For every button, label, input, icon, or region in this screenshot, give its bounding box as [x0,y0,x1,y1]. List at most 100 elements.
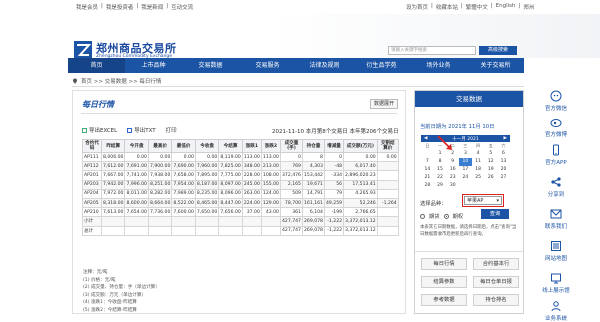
calendar-day[interactable]: 25 [472,174,485,182]
calendar-day[interactable]: 18 [472,166,485,174]
rail-item[interactable]: 线上展示馆 [536,272,576,294]
rail-item[interactable]: 业务系统 [536,300,576,322]
calendar-day[interactable]: 30 [446,182,459,190]
calendar-day[interactable]: 3 [459,150,472,158]
nav-item[interactable]: 首页 [68,58,125,73]
top-right-link[interactable]: English [496,3,516,11]
column-header[interactable]: 最高价 [147,139,173,153]
data-link-button[interactable]: 结算参数 [421,276,467,288]
calendar-day[interactable]: 11 [472,158,485,166]
table-cell: 8,600.00 [124,197,149,209]
calendar-day[interactable]: 12 [484,158,497,166]
calendar-day[interactable]: 28 [421,182,434,190]
data-link-button[interactable]: 每日行情 [421,258,467,270]
rail-item[interactable]: 官方微信 [536,90,576,112]
calendar-day[interactable]: 7 [421,158,434,166]
calendar-day[interactable]: 21 [421,174,434,182]
calendar-day[interactable]: 9 [446,158,459,166]
data-link-button[interactable]: 合约基本行 [473,258,519,270]
next-month-icon[interactable]: ▶ [504,136,507,141]
column-header[interactable]: 昨结算 [100,139,126,153]
futures-radio[interactable] [420,213,425,219]
options-radio[interactable] [443,213,449,219]
column-header[interactable]: 成交额(万元) [343,139,378,153]
date-picker-calendar[interactable]: ◀ 十一月 2021 ▶ 日一二三四五六 1 2 3 4 5 6 7 8 9 10 11 12 13 14… [421,135,510,188]
breadcrumb-text[interactable]: 首页 >> 交易数据 >> 每日行情 [81,77,161,85]
column-header[interactable]: 今收盘 [194,139,220,153]
calendar-day[interactable]: 10 [459,158,472,166]
prev-month-icon[interactable]: ◀ [424,136,427,141]
top-right-link[interactable]: 郑州 [523,3,534,11]
rail-item[interactable]: 分享到 [536,176,576,198]
nav-item[interactable]: 交易数据 [182,58,239,73]
data-link-button[interactable]: 持仓排名 [473,294,519,306]
calendar-day[interactable]: 19 [484,166,497,174]
column-header[interactable]: 今结算 [218,139,243,153]
calendar-day[interactable]: 8 [434,158,447,166]
note-line: (4) 涨跌1：今收盘-昨结算 [83,300,137,305]
nav-item[interactable]: 关于交易所 [467,58,524,73]
table-cell: 8,522.00 [171,197,196,209]
nav-item[interactable]: 交易服务 [239,58,296,73]
data-link-button[interactable]: 每日仓单日报 [473,276,519,288]
top-left-link[interactable]: 我是新闻 [141,3,163,11]
table-cell: 8,096.00 [218,188,243,199]
calendar-day[interactable]: 6 [497,150,510,158]
calendar-day[interactable]: 4 [472,150,485,158]
rail-item[interactable]: 网站地图 [536,240,576,262]
rail-item[interactable]: 官方APP [536,144,576,166]
expand-data-button[interactable]: 数据展开 [370,99,399,109]
exchange-logo-icon[interactable] [74,41,92,59]
nav-item[interactable]: 法律及规则 [296,58,353,73]
search-input[interactable]: 请输入关键字搜索 [388,46,476,55]
column-header[interactable]: 交割结算价 [376,139,399,153]
print-link[interactable]: 打印 [166,126,177,134]
top-left-link[interactable]: 互动交流 [171,3,193,11]
calendar-day[interactable]: 23 [446,174,459,182]
calendar-day[interactable]: 14 [421,166,434,174]
calendar-day[interactable]: 20 [497,166,510,174]
top-right-link[interactable]: 设为首页 [406,3,428,11]
nav-item[interactable]: 场外业务 [410,58,467,73]
top-utility-bar: 我是会员 | 我是投资者 | 我是新闻 | 互动交流 设为首页 | 收藏本站 | 繁體中文 | Engl… [0,0,600,14]
export-excel-link[interactable]: 导出EXCEL [82,126,117,134]
calendar-day[interactable]: 13 [497,158,510,166]
top-left-link[interactable]: 我是会员 [76,3,98,11]
calendar-day[interactable]: 16 [446,166,459,174]
column-header[interactable]: 增减量 [323,139,345,153]
export-txt-link[interactable]: 导出TXT [127,126,156,134]
top-left-link[interactable]: 我是投资者 [106,3,134,11]
top-right-link[interactable]: 繁體中文 [466,3,488,11]
table-cell: 0.00 [376,151,399,163]
column-header[interactable]: 涨跌2 [260,139,281,153]
calendar-day[interactable]: 22 [434,174,447,182]
variety-select[interactable]: 苹果AP ▾ [464,196,502,205]
calendar-day[interactable]: 29 [434,182,447,190]
calendar-day[interactable]: 27 [497,174,510,182]
calendar-day[interactable]: 15 [434,166,447,174]
column-header[interactable]: 最低价 [171,139,196,153]
rail-item[interactable]: 官方微博 [536,116,576,138]
column-header[interactable]: 合约代码 [82,139,102,153]
column-header[interactable]: 持仓量 [301,139,325,153]
calendar-day[interactable]: 17 [459,166,472,174]
data-link-button[interactable]: 参考数据 [421,294,467,306]
table-cell [218,216,243,227]
nav-item[interactable]: 上市品种 [125,58,182,73]
nav-item[interactable]: 衍生品学苑 [353,58,410,73]
table-cell: 213.00 [260,161,281,172]
link-separator: | [101,3,103,9]
table-row: 小计 427,747 269,078 -1,222 3,372,013.12 [82,216,399,227]
column-header[interactable]: 成交量(手) [279,139,303,153]
calendar-day[interactable]: 24 [459,174,472,182]
sidebar-header: 交易数据 [415,91,523,107]
top-right-link[interactable]: 收藏本站 [436,3,458,11]
table-cell: 7,954.00 [171,179,196,190]
rail-item[interactable]: 联系我们 [536,208,576,230]
column-header[interactable]: 今开盘 [124,139,149,153]
calendar-day[interactable]: 26 [484,174,497,182]
query-button[interactable]: 查询 [481,209,509,219]
calendar-day[interactable]: 5 [484,150,497,158]
advanced-search-button[interactable]: 高级搜索 [479,46,517,55]
column-header[interactable]: 涨跌1 [241,139,262,153]
